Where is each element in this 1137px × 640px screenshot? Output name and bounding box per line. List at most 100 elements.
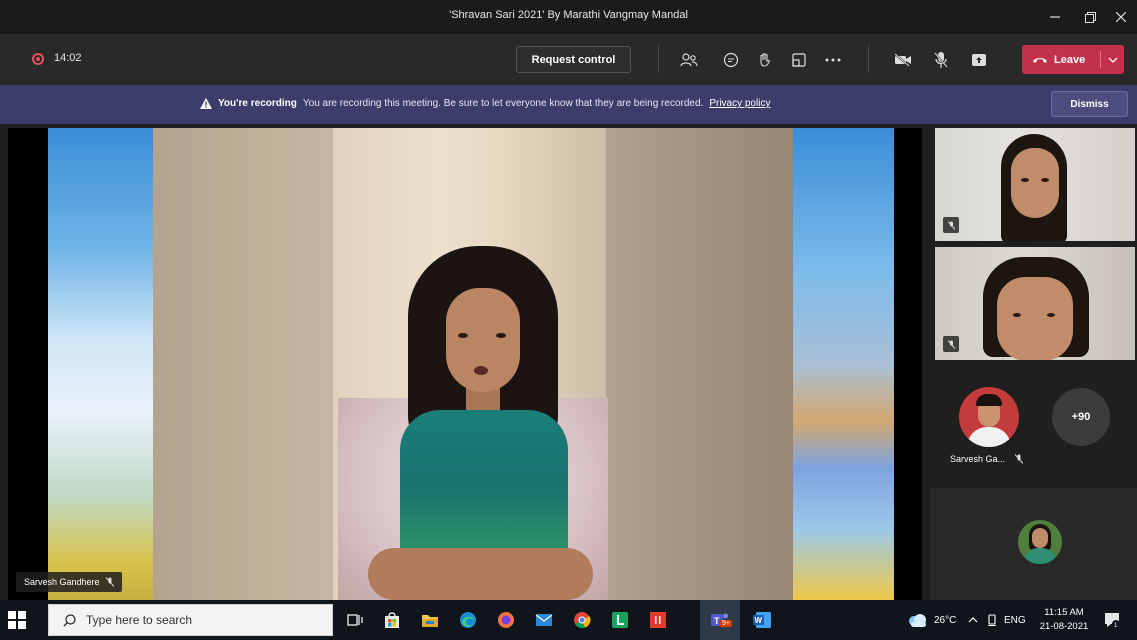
teams-app[interactable]: T 9+ — [708, 608, 732, 632]
language-indicator[interactable]: ENG — [1004, 600, 1026, 640]
task-view-icon — [347, 614, 363, 626]
participant-eye — [1021, 178, 1029, 182]
dismiss-button[interactable]: Dismiss — [1051, 91, 1128, 117]
privacy-policy-link[interactable]: Privacy policy — [709, 98, 770, 109]
avatar-hair — [976, 394, 1002, 406]
notification-center-button[interactable]: 1 — [1103, 611, 1121, 629]
word-icon: W — [753, 612, 771, 628]
chrome-app[interactable] — [570, 608, 594, 632]
chat-button[interactable] — [718, 47, 744, 73]
avatar-body — [1024, 548, 1056, 564]
camera-toggle-button[interactable] — [890, 47, 916, 73]
weather-widget[interactable]: 26°C — [906, 600, 956, 640]
virtual-background-left — [48, 128, 158, 600]
toolbar-divider — [658, 45, 659, 73]
more-actions-button[interactable] — [820, 47, 846, 73]
participant-name: Sarvesh Ga... — [950, 454, 1006, 464]
meeting-timer: 14:02 — [54, 52, 82, 64]
participant-video-tile[interactable] — [935, 128, 1135, 241]
speaker-name-tag: Sarvesh Gandhere — [16, 572, 122, 592]
speaker-face — [446, 288, 520, 392]
mic-off-icon — [934, 52, 948, 68]
leave-options-button[interactable] — [1101, 57, 1124, 63]
file-explorer-icon — [422, 614, 438, 627]
windows-logo-icon — [18, 621, 26, 629]
mail-app[interactable] — [532, 608, 556, 632]
firefox-icon — [498, 612, 514, 628]
share-button[interactable] — [966, 47, 992, 73]
taskbar-search[interactable] — [48, 604, 333, 636]
chrome-icon — [574, 612, 591, 629]
recording-banner: You're recording You are recording this … — [0, 85, 1137, 124]
chat-icon — [723, 52, 739, 68]
self-avatar[interactable] — [1018, 520, 1062, 564]
clock-date: 21-08-2021 — [1039, 621, 1089, 632]
mic-muted-icon — [105, 577, 114, 587]
restore-button[interactable] — [1075, 0, 1105, 34]
main-video-stage[interactable]: Sarvesh Gandhere — [8, 128, 922, 600]
more-icon — [825, 58, 841, 62]
chevron-down-icon — [1108, 57, 1117, 63]
virtual-background-right — [790, 128, 894, 600]
warning-icon — [200, 98, 212, 109]
show-hidden-icons-button[interactable] — [968, 600, 978, 640]
participant-mic-status — [943, 336, 959, 352]
svg-text:W: W — [755, 616, 763, 625]
mic-muted-icon — [1015, 454, 1024, 464]
windows-logo-icon — [8, 611, 16, 619]
participant-video-tile[interactable] — [935, 247, 1135, 360]
speaker-eye — [458, 333, 468, 338]
taskbar-clock[interactable]: 11:15 AM 21-08-2021 — [1038, 606, 1090, 634]
minimize-button[interactable] — [1040, 0, 1070, 34]
close-button[interactable] — [1106, 0, 1136, 34]
edge-icon — [460, 612, 476, 628]
close-icon — [1116, 12, 1126, 22]
leave-button[interactable]: Leave — [1022, 45, 1124, 74]
participant-face — [997, 277, 1073, 360]
participants-button[interactable] — [676, 47, 702, 73]
speaker-name: Sarvesh Gandhere — [24, 577, 100, 587]
word-app[interactable]: W — [750, 608, 774, 632]
edge-app[interactable] — [456, 608, 480, 632]
mic-muted-icon — [947, 220, 955, 230]
camera-off-icon — [894, 53, 911, 67]
rooms-icon — [792, 53, 806, 67]
participant-rail: +90 Sarvesh Ga... — [930, 124, 1137, 600]
participant-name-row: Sarvesh Ga... — [950, 454, 1024, 464]
more-participants-button[interactable]: +90 — [1052, 388, 1110, 446]
volume-icon — [988, 614, 996, 626]
mic-muted-icon — [947, 339, 955, 349]
request-control-button[interactable]: Request control — [516, 46, 631, 73]
firefox-app[interactable] — [494, 608, 518, 632]
participant-eye — [1047, 313, 1055, 317]
windows-logo-icon — [18, 611, 26, 619]
rooms-button[interactable] — [786, 47, 812, 73]
participant-face — [1011, 148, 1059, 218]
toolbar-divider — [868, 45, 869, 73]
start-button[interactable] — [8, 611, 26, 629]
avatar-body — [967, 427, 1011, 447]
participant-mic-status — [943, 217, 959, 233]
avatar-face — [1032, 528, 1048, 548]
participant-avatar[interactable] — [959, 387, 1019, 447]
store-app[interactable] — [380, 608, 404, 632]
search-icon — [63, 613, 76, 627]
mail-icon — [535, 614, 553, 626]
wall-shadow — [606, 128, 793, 600]
search-input[interactable] — [86, 613, 316, 627]
file-explorer-app[interactable] — [418, 608, 442, 632]
leave-main-button[interactable]: Leave — [1022, 45, 1100, 74]
meeting-toolbar: 14:02 Request control Leave — [0, 34, 1137, 85]
speaker-mouth — [474, 366, 488, 375]
recording-notice-message: You are recording this meeting. Be sure … — [302, 98, 704, 109]
wall-shadow — [153, 128, 333, 600]
office-app[interactable] — [646, 608, 670, 632]
reactions-button[interactable] — [752, 47, 778, 73]
lens-app[interactable] — [608, 608, 632, 632]
task-view-button[interactable] — [343, 608, 367, 632]
speaker-eye — [496, 333, 506, 338]
volume-button[interactable] — [986, 600, 998, 640]
recording-notice: You're recording You are recording this … — [200, 98, 770, 109]
recording-indicator-icon — [32, 53, 44, 65]
mic-toggle-button[interactable] — [928, 47, 954, 73]
